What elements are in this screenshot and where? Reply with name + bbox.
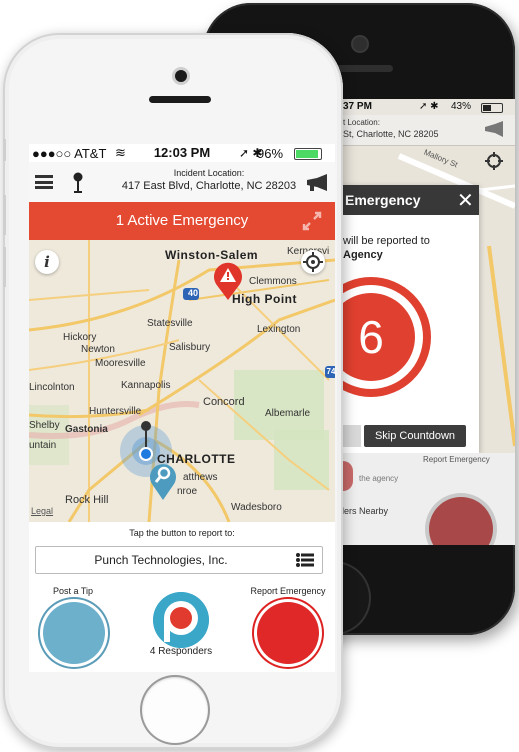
map-city-label: Salisbury — [169, 342, 211, 353]
expand-icon[interactable] — [301, 210, 323, 232]
skip-countdown-button[interactable]: Skip Countdown — [364, 425, 466, 447]
responders-count: 4 Responders — [149, 646, 213, 657]
active-emergency-banner[interactable]: 1 Active Emergency — [29, 202, 335, 240]
map-city-label: Clemmons — [249, 276, 297, 287]
map-city-label: Kannapolis — [121, 380, 171, 391]
back-locate-icon — [485, 152, 503, 170]
back-camera — [353, 37, 367, 51]
map-city-label: nroe — [177, 486, 198, 497]
back-modal-body-2: Agency — [343, 249, 383, 261]
status-time: 12:03 PM — [153, 145, 211, 160]
back-close-icon[interactable]: ✕ — [457, 188, 474, 213]
legal-link[interactable]: Legal — [31, 506, 53, 516]
back-location-icon: ➚ ✱ — [419, 101, 439, 112]
map-view[interactable]: 40 74 Winston-Salem Kernersvi Clemmons H… — [29, 240, 335, 522]
map-city-label: Wadesboro — [231, 502, 282, 513]
post-tip-label: Post a Tip — [52, 586, 94, 596]
report-prompt: Tap the button to report to: — [129, 528, 235, 538]
incident-location-address[interactable]: 417 East Blvd, Charlotte, NC 28203 — [89, 180, 329, 192]
back-modal-title: Emergency — [345, 192, 421, 208]
app-screen: ●●●○○ AT&T ≋ 12:03 PM ➚ ✱ 96% Incident L… — [29, 144, 335, 672]
back-modal-body-1: will be reported to — [343, 235, 430, 247]
map-city-label: Rock Hill — [65, 494, 109, 506]
map-city-label: Lexington — [257, 324, 301, 335]
map-city-label: Statesville — [147, 318, 193, 329]
report-panel: Tap the button to report to: Punch Techn… — [29, 522, 335, 672]
emergency-marker-icon[interactable] — [213, 262, 243, 300]
map-city-label: Hickory — [63, 332, 97, 343]
back-agency-text: the agency — [359, 474, 399, 483]
mute-switch — [3, 139, 6, 161]
map-city-label: Newton — [81, 344, 115, 355]
map-city-label: Concord — [203, 396, 245, 408]
info-icon[interactable]: i — [35, 250, 59, 274]
back-incident-address: St, Charlotte, NC 28205 — [343, 129, 439, 139]
map-city-label: Mooresville — [95, 358, 146, 369]
post-tip-button[interactable] — [43, 602, 105, 664]
app-header: Incident Location: 417 East Blvd, Charlo… — [29, 162, 335, 203]
back-countdown-modal: Emergency ✕ will be reported to Agency 6… — [339, 185, 479, 453]
interstate-shield-74: 74 — [326, 367, 335, 376]
map-city-label: Lincolnton — [29, 382, 75, 393]
volume-down-button — [3, 247, 6, 287]
pin-icon[interactable] — [73, 172, 83, 196]
front-camera — [175, 70, 187, 82]
back-nearby-text: ders Nearby — [339, 506, 389, 516]
organization-name: Punch Technologies, Inc. — [94, 553, 228, 567]
report-emergency-label: Report Emergency — [250, 586, 326, 596]
map-city-label: atthews — [183, 472, 218, 483]
list-icon[interactable] — [296, 553, 314, 567]
back-incident-label: t Location: — [343, 118, 380, 127]
back-modal-header: Emergency ✕ — [339, 185, 479, 215]
status-bar: ●●●○○ AT&T ≋ 12:03 PM ➚ ✱ 96% — [29, 144, 335, 162]
interstate-shield-40: 40 — [187, 288, 198, 298]
report-emergency-button[interactable] — [257, 602, 319, 664]
user-location-icon — [139, 421, 153, 461]
locate-me-icon[interactable] — [301, 250, 325, 274]
map-city-label: Winston-Salem — [165, 248, 259, 262]
megaphone-icon[interactable] — [305, 174, 329, 192]
battery-icon — [294, 148, 322, 160]
map-city-label: Shelby — [29, 420, 60, 431]
volume-up-button — [3, 195, 6, 235]
active-emergency-text: 1 Active Emergency — [115, 212, 249, 229]
incident-location-label: Incident Location: — [173, 168, 245, 178]
back-megaphone-icon — [485, 121, 503, 137]
back-screen: 37 PM ➚ ✱ 43% t Location: St, Charlotte,… — [339, 99, 515, 545]
home-button[interactable] — [142, 677, 208, 743]
organization-select[interactable]: Punch Technologies, Inc. — [35, 546, 323, 574]
back-status-bar: 37 PM ➚ ✱ 43% — [339, 99, 515, 115]
front-speaker — [149, 96, 211, 103]
map-city-label: Albemarle — [265, 408, 311, 419]
tip-marker-icon[interactable] — [149, 462, 177, 500]
battery-percent: 96% — [257, 146, 284, 161]
map-city-label: untain — [29, 440, 57, 451]
map-city-label: Gastonia — [65, 424, 108, 435]
responders-logo-icon[interactable] — [153, 592, 209, 648]
back-report-label: Report Emergency — [423, 455, 490, 464]
back-status-battery: 43% — [451, 101, 472, 112]
map-city-label: Huntersville — [89, 406, 142, 417]
back-battery-icon — [481, 103, 503, 113]
back-status-time: 37 PM — [343, 101, 372, 112]
menu-icon[interactable] — [35, 175, 53, 189]
back-header: t Location: St, Charlotte, NC 28205 — [339, 115, 515, 146]
